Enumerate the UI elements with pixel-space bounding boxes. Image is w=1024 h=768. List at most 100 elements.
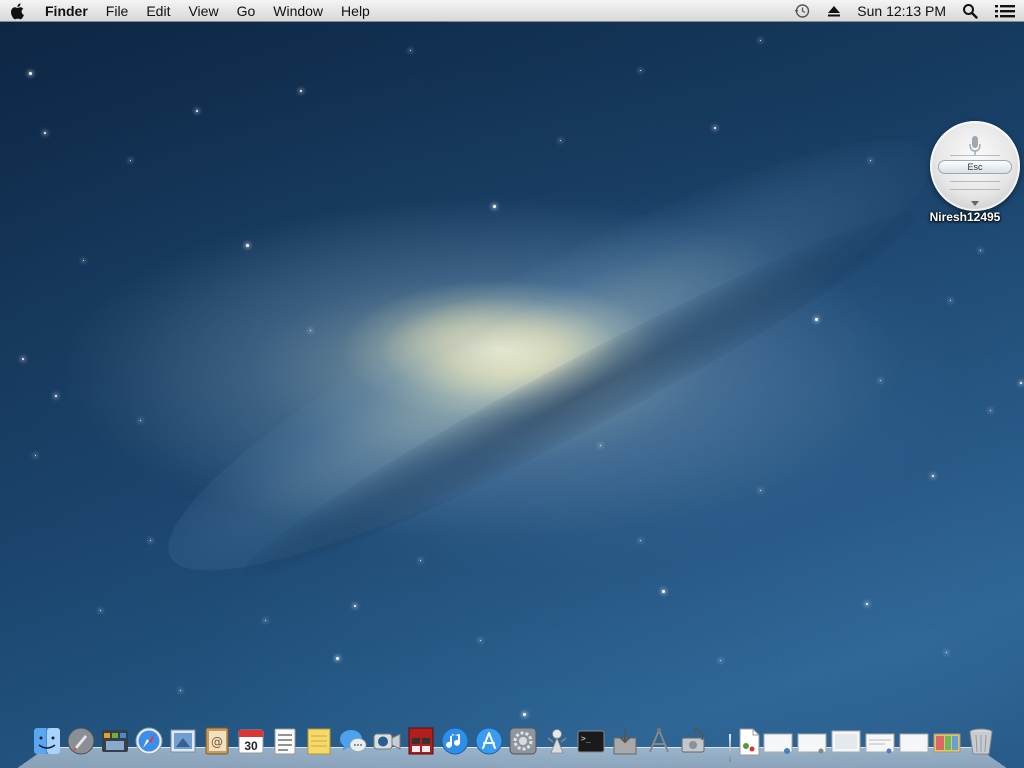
apple-menu-icon[interactable]	[0, 0, 36, 22]
dictation-widget[interactable]: Esc	[930, 121, 1020, 211]
notification-center-icon[interactable]	[986, 0, 1024, 22]
terminal-prompt: >_	[581, 734, 591, 743]
star	[100, 610, 101, 611]
itunes-icon[interactable]	[440, 726, 470, 758]
widget-down-arrow-icon	[971, 201, 979, 206]
menu-clock[interactable]: Sun 12:13 PM	[849, 0, 954, 22]
dock-separator	[729, 734, 731, 762]
star	[420, 560, 421, 561]
calendar-icon[interactable]: 30	[236, 726, 266, 758]
terminal-icon[interactable]: >_	[576, 726, 606, 758]
star	[300, 90, 302, 92]
stack-icon[interactable]	[932, 726, 962, 758]
star	[870, 160, 871, 161]
star	[932, 475, 934, 477]
mail-icon[interactable]	[168, 726, 198, 758]
star	[662, 590, 665, 593]
automator-icon[interactable]	[542, 726, 572, 758]
star	[815, 318, 818, 321]
finder-icon[interactable]	[32, 726, 62, 758]
facetime-icon[interactable]	[372, 726, 402, 758]
star	[150, 540, 151, 541]
star	[354, 605, 356, 607]
menu-bar: Finder File Edit View Go Window Help Sun…	[0, 0, 1024, 22]
notes-icon[interactable]	[304, 726, 334, 758]
menu-file[interactable]: File	[97, 0, 138, 22]
app-store-icon[interactable]	[474, 726, 504, 758]
star	[22, 358, 24, 360]
star	[946, 652, 947, 653]
time-machine-icon[interactable]	[785, 0, 819, 22]
star	[560, 140, 561, 141]
star	[336, 657, 339, 660]
star	[866, 603, 868, 605]
menu-extras: Sun 12:13 PM	[785, 0, 1024, 22]
stack-icon[interactable]	[898, 726, 930, 758]
star	[523, 713, 526, 716]
star	[310, 330, 311, 331]
widget-divider	[950, 189, 1000, 190]
star	[29, 72, 32, 75]
star	[140, 420, 141, 421]
stack-icon[interactable]	[796, 726, 828, 758]
menu-go[interactable]: Go	[228, 0, 265, 22]
menu-view[interactable]: View	[179, 0, 227, 22]
star	[640, 540, 641, 541]
menu-help[interactable]: Help	[332, 0, 379, 22]
star	[880, 380, 881, 381]
trash-icon[interactable]	[966, 726, 996, 758]
star	[246, 244, 249, 247]
contacts-icon[interactable]: @	[202, 726, 232, 758]
menu-edit[interactable]: Edit	[137, 0, 179, 22]
star	[35, 455, 36, 456]
disk-utility-icon[interactable]	[678, 726, 708, 758]
system-preferences-icon[interactable]	[508, 726, 538, 758]
menu-window[interactable]: Window	[264, 0, 332, 22]
star	[980, 250, 981, 251]
star	[1020, 382, 1022, 384]
microphone-icon	[969, 136, 981, 155]
stack-icon[interactable]	[864, 726, 896, 758]
widget-divider	[950, 155, 1000, 156]
document-icon[interactable]	[734, 726, 764, 758]
widget-username-label: Niresh12495	[929, 210, 1001, 224]
menu-finder[interactable]: Finder	[36, 0, 97, 22]
star	[180, 690, 181, 691]
star	[196, 110, 198, 112]
calendar-day: 30	[244, 739, 258, 753]
reminders-icon[interactable]	[270, 726, 300, 758]
star	[83, 260, 84, 261]
star	[55, 395, 57, 397]
launchpad-icon[interactable]	[66, 726, 96, 758]
network-icon[interactable]	[644, 726, 674, 758]
galaxy-glow	[130, 78, 970, 632]
widget-divider	[950, 181, 1000, 182]
star	[410, 50, 411, 51]
installer-icon[interactable]	[610, 726, 640, 758]
star	[600, 445, 601, 446]
star	[265, 620, 266, 621]
star	[130, 160, 131, 161]
star	[950, 300, 951, 301]
star	[714, 127, 716, 129]
esc-button[interactable]: Esc	[938, 160, 1012, 174]
star	[760, 40, 761, 41]
star	[760, 490, 761, 491]
star	[720, 660, 721, 661]
safari-icon[interactable]	[134, 726, 164, 758]
dock: @ 30 >_	[30, 726, 1000, 764]
star	[493, 205, 496, 208]
svg-text:@: @	[211, 735, 223, 749]
stack-icon[interactable]	[762, 726, 794, 758]
mission-control-icon[interactable]	[100, 726, 130, 758]
spotlight-search-icon[interactable]	[954, 0, 986, 22]
star	[480, 640, 481, 641]
star	[640, 70, 641, 71]
messages-icon[interactable]	[338, 726, 368, 758]
eject-icon[interactable]	[819, 0, 849, 22]
star	[990, 410, 991, 411]
desktop-wallpaper	[0, 0, 1024, 768]
star	[44, 132, 46, 134]
stack-icon[interactable]	[830, 726, 862, 758]
photo-booth-icon[interactable]	[406, 726, 436, 758]
